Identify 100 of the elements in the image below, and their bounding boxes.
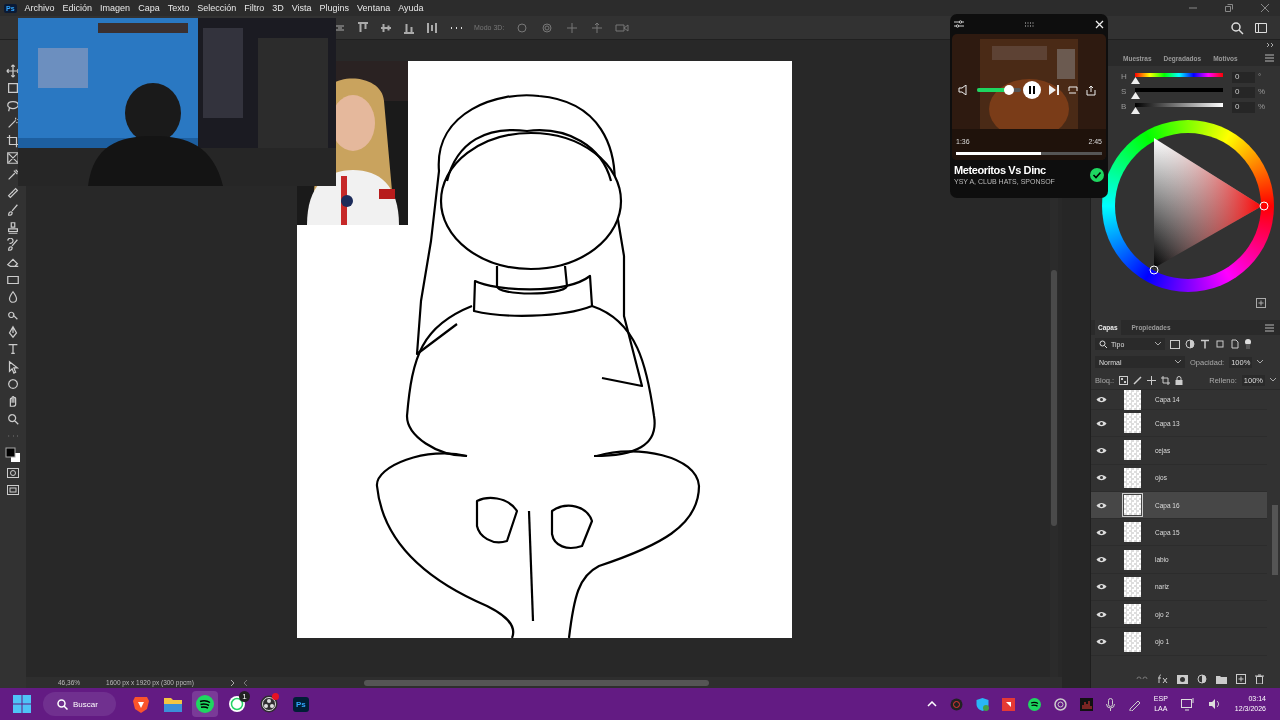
volume-slider[interactable] bbox=[977, 88, 1021, 92]
value-field[interactable]: 0 bbox=[1232, 102, 1255, 113]
scrollbar-thumb[interactable] bbox=[1272, 505, 1278, 575]
artboard-icon[interactable] bbox=[1161, 375, 1171, 385]
menu-item[interactable]: Filtro bbox=[244, 3, 265, 13]
value-field[interactable]: 0 bbox=[1232, 72, 1255, 83]
menu-item[interactable]: Texto bbox=[167, 3, 190, 13]
slider-thumb[interactable] bbox=[1131, 107, 1140, 114]
screen-mode-icon[interactable] bbox=[6, 483, 20, 498]
eye-icon[interactable] bbox=[1096, 501, 1107, 509]
search-icon[interactable] bbox=[1230, 20, 1244, 35]
recorder-icon[interactable] bbox=[949, 697, 963, 711]
eye-icon[interactable] bbox=[1096, 610, 1107, 618]
adjustment-filter-icon[interactable] bbox=[1185, 339, 1195, 349]
align-top-icon[interactable] bbox=[357, 21, 369, 34]
microphone-icon[interactable] bbox=[1105, 697, 1115, 711]
taskbar-app-button[interactable]: 1 bbox=[223, 691, 250, 717]
start-icon[interactable] bbox=[13, 695, 31, 713]
menu-item[interactable]: Archivo bbox=[24, 3, 55, 13]
value-field[interactable]: 0 bbox=[1232, 87, 1255, 98]
eye-icon[interactable] bbox=[1096, 419, 1107, 427]
repeat-icon[interactable] bbox=[1067, 85, 1078, 95]
filter-toggle-icon[interactable] bbox=[1245, 339, 1251, 349]
eye-icon[interactable] bbox=[1096, 528, 1107, 536]
progress-bar[interactable] bbox=[956, 152, 1102, 155]
speaker-icon[interactable] bbox=[1207, 698, 1222, 710]
fx-icon[interactable] bbox=[1157, 674, 1168, 684]
settings-icon[interactable] bbox=[954, 20, 964, 28]
adjustment-icon[interactable] bbox=[1197, 674, 1207, 684]
taskbar-app-button[interactable]: Ps bbox=[287, 691, 314, 717]
workspace-icon[interactable] bbox=[1254, 20, 1268, 35]
spotify-icon[interactable] bbox=[1027, 697, 1041, 711]
menu-item[interactable]: Vista bbox=[291, 3, 312, 13]
folder-icon[interactable] bbox=[1216, 674, 1227, 684]
mask-icon[interactable] bbox=[1177, 674, 1188, 684]
drag-handle-icon[interactable] bbox=[1024, 21, 1035, 27]
menu-item[interactable]: Ventana bbox=[357, 3, 391, 13]
eye-icon[interactable] bbox=[1096, 556, 1107, 564]
pen-icon[interactable] bbox=[6, 324, 20, 339]
restore-icon[interactable] bbox=[1224, 3, 1234, 13]
chevron-up-icon[interactable] bbox=[926, 701, 937, 707]
caret-icon[interactable] bbox=[1270, 378, 1276, 382]
crop-icon[interactable] bbox=[6, 133, 20, 148]
eye-icon[interactable] bbox=[1096, 583, 1107, 591]
network-icon[interactable] bbox=[1180, 697, 1195, 711]
menu-item[interactable]: 3D bbox=[272, 3, 284, 13]
collapse-icon[interactable] bbox=[1266, 42, 1274, 48]
menu-item[interactable]: Ayuda bbox=[398, 3, 424, 13]
color-swatches-icon[interactable] bbox=[5, 446, 21, 463]
slider-thumb[interactable] bbox=[1131, 92, 1140, 99]
panel-menu-icon[interactable] bbox=[1265, 54, 1274, 62]
mask-icon[interactable] bbox=[6, 466, 20, 480]
scrollbar-thumb[interactable] bbox=[363, 679, 709, 686]
align-icon[interactable] bbox=[426, 21, 438, 34]
slider-thumb[interactable] bbox=[1131, 77, 1140, 84]
lock-icon[interactable] bbox=[1175, 375, 1184, 385]
chevron-right-icon[interactable] bbox=[229, 678, 236, 687]
menu-item[interactable]: Plugins bbox=[319, 3, 350, 13]
taskbar-app-button[interactable] bbox=[191, 691, 218, 717]
eye-icon[interactable] bbox=[1096, 396, 1107, 403]
bandage-icon[interactable] bbox=[6, 185, 20, 200]
share-icon[interactable] bbox=[1086, 84, 1096, 96]
stamp-icon[interactable] bbox=[6, 220, 20, 235]
image-filter-icon[interactable] bbox=[1170, 339, 1180, 349]
add-icon[interactable] bbox=[1256, 298, 1266, 308]
eye-icon[interactable] bbox=[1096, 446, 1107, 454]
align-bottom-icon[interactable] bbox=[403, 21, 415, 34]
search-field[interactable]: Buscar bbox=[43, 692, 116, 716]
caret-icon[interactable] bbox=[1257, 360, 1264, 364]
menu-item[interactable]: Capa bbox=[138, 3, 160, 13]
eye-icon[interactable] bbox=[1096, 474, 1107, 482]
scrollbar-thumb[interactable] bbox=[1051, 270, 1057, 526]
lock-pixels-icon[interactable] bbox=[1119, 375, 1129, 385]
menu-item[interactable]: Imagen bbox=[100, 3, 131, 13]
next-icon[interactable] bbox=[1049, 85, 1059, 95]
smart-object-filter-icon[interactable] bbox=[1230, 339, 1240, 349]
new-layer-icon[interactable] bbox=[1236, 674, 1246, 684]
frame-icon[interactable] bbox=[6, 150, 20, 165]
type-filter-icon[interactable] bbox=[1200, 339, 1210, 349]
orbit-icon[interactable] bbox=[515, 21, 530, 34]
lasso-icon[interactable] bbox=[6, 98, 20, 113]
move-icon[interactable] bbox=[6, 64, 20, 78]
roll-icon[interactable] bbox=[540, 21, 555, 34]
brush-icon[interactable] bbox=[6, 203, 20, 218]
menu-item[interactable]: Edición bbox=[62, 3, 93, 13]
speaker-icon[interactable] bbox=[958, 85, 969, 95]
menu-item[interactable]: Selección bbox=[197, 3, 237, 13]
eye-icon[interactable] bbox=[1096, 638, 1107, 645]
text-icon[interactable] bbox=[6, 342, 20, 357]
shape-filter-icon[interactable] bbox=[1215, 339, 1225, 349]
chevron-left-icon[interactable] bbox=[241, 678, 248, 687]
trash-icon[interactable] bbox=[1255, 674, 1264, 684]
zoom-icon[interactable] bbox=[6, 411, 20, 426]
pause-icon[interactable] bbox=[1023, 81, 1041, 99]
drop-icon[interactable] bbox=[6, 290, 20, 305]
panel-menu-icon[interactable] bbox=[1265, 323, 1274, 332]
shield-icon[interactable] bbox=[975, 697, 989, 711]
align-middle-icon[interactable] bbox=[380, 21, 392, 34]
marquee-icon[interactable] bbox=[6, 81, 20, 96]
arrow-icon[interactable] bbox=[6, 359, 20, 374]
